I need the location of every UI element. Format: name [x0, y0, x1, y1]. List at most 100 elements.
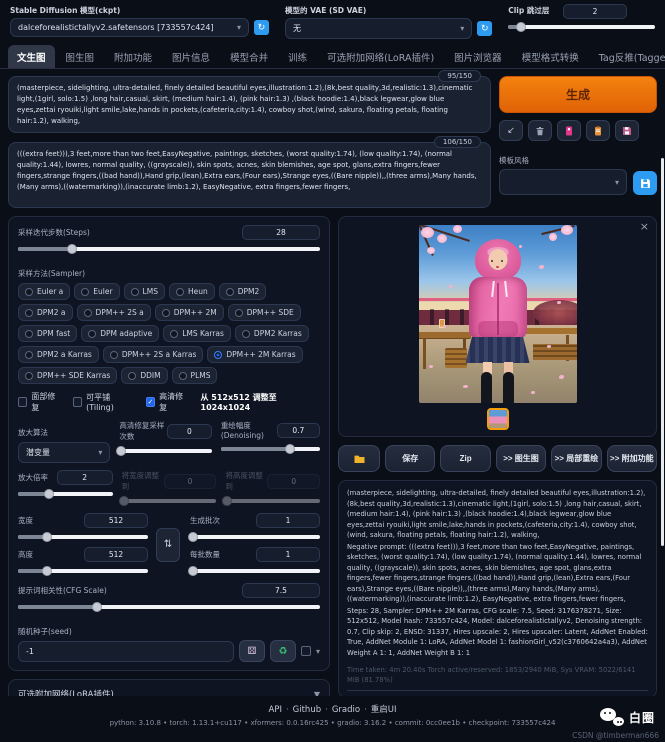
- vae-select[interactable]: 无 ▾: [285, 18, 472, 39]
- open-folder-button[interactable]: [338, 445, 380, 472]
- tab-tagger[interactable]: Tag反推(Tagger): [590, 45, 665, 68]
- radio-icon: [84, 309, 92, 317]
- upscaler-select[interactable]: 潜变量 ▾: [18, 442, 110, 463]
- style-select[interactable]: ▾: [499, 169, 627, 195]
- batch-size-value[interactable]: 1: [256, 547, 320, 562]
- width-slider[interactable]: [18, 535, 148, 539]
- generate-button[interactable]: 生成: [499, 76, 657, 113]
- slider-handle[interactable]: [44, 489, 54, 499]
- sampler-option[interactable]: LMS Karras: [163, 325, 231, 342]
- upscale-by-slider[interactable]: [18, 492, 113, 496]
- slider-handle[interactable]: [42, 532, 52, 542]
- style-save-button[interactable]: [633, 171, 657, 195]
- steps-slider[interactable]: [18, 247, 320, 251]
- tab-model-converter[interactable]: 模型格式转换: [513, 45, 588, 68]
- sampler-option[interactable]: Euler a: [18, 283, 70, 300]
- send-to-extras-button[interactable]: >> 附加功能: [607, 445, 657, 472]
- prompt-input[interactable]: (masterpiece, sidelighting, ultra-detail…: [8, 76, 491, 133]
- batch-size-slider[interactable]: [190, 569, 320, 573]
- sampler-option[interactable]: DPM2 Karras: [235, 325, 309, 342]
- slider-handle[interactable]: [285, 444, 295, 454]
- batch-count-value[interactable]: 1: [256, 513, 320, 528]
- slider-handle[interactable]: [188, 532, 198, 542]
- sampler-option[interactable]: DPM adaptive: [81, 325, 159, 342]
- refresh-ckpt-button[interactable]: ↻: [254, 20, 269, 35]
- tab-txt2img[interactable]: 文生图: [8, 45, 55, 68]
- sampler-option[interactable]: DPM++ SDE Karras: [18, 367, 117, 384]
- cfg-value[interactable]: 7.5: [242, 583, 320, 598]
- version-info: python: 3.10.8 • torch: 1.13.1+cu117 • x…: [0, 719, 665, 727]
- apply-style-button[interactable]: [586, 120, 610, 141]
- save-image-button[interactable]: 保存: [385, 445, 435, 472]
- batch-count-slider[interactable]: [190, 535, 320, 539]
- sampler-option[interactable]: DPM2 a Karras: [18, 346, 99, 363]
- cfg-slider[interactable]: [18, 605, 320, 609]
- slider-handle[interactable]: [42, 566, 52, 576]
- sampler-option[interactable]: DPM fast: [18, 325, 77, 342]
- clip-skip-slider[interactable]: [508, 25, 655, 29]
- ckpt-select[interactable]: dalceforealistictallyv2.safetensors [733…: [10, 18, 249, 37]
- footer-link-api[interactable]: API: [269, 705, 282, 715]
- tab-checkpoint-merger[interactable]: 模型合并: [221, 45, 277, 68]
- close-icon[interactable]: ×: [640, 220, 649, 233]
- sampler-option[interactable]: DDIM: [121, 367, 167, 384]
- tab-image-browser[interactable]: 图片浏览器: [445, 45, 511, 68]
- extra-seed-checkbox[interactable]: [301, 646, 311, 656]
- radio-icon: [170, 330, 178, 338]
- save-style-button[interactable]: [615, 120, 639, 141]
- denoising-slider[interactable]: [221, 447, 320, 451]
- generated-image[interactable]: [419, 225, 577, 403]
- sampler-option[interactable]: DPM2 a: [18, 304, 73, 321]
- footer-link-github[interactable]: Github: [293, 705, 321, 715]
- sampler-option-selected[interactable]: DPM++ 2M Karras: [207, 346, 302, 363]
- slider-handle[interactable]: [92, 602, 102, 612]
- page-scrollbar[interactable]: [661, 158, 664, 546]
- tab-train[interactable]: 训练: [279, 45, 316, 68]
- sampler-option[interactable]: Heun: [169, 283, 215, 300]
- slider-handle[interactable]: [116, 446, 126, 456]
- clip-skip-value[interactable]: 2: [563, 4, 627, 19]
- sampler-option[interactable]: LMS: [124, 283, 165, 300]
- seed-input[interactable]: -1: [18, 641, 234, 662]
- tab-img2img[interactable]: 图生图: [57, 45, 104, 68]
- sampler-option[interactable]: DPM++ 2M: [155, 304, 224, 321]
- sampler-option[interactable]: DPM++ 2S a Karras: [103, 346, 204, 363]
- sampler-group: 采样方法(Sampler) Euler a Euler LMS Heun DPM…: [18, 261, 320, 384]
- sampler-option[interactable]: DPM++ SDE: [228, 304, 301, 321]
- footer-link-reload-ui[interactable]: 重启UI: [371, 705, 397, 715]
- denoising-value[interactable]: 0.7: [277, 423, 320, 438]
- hires-steps-slider[interactable]: [119, 449, 211, 453]
- hires-steps-value[interactable]: 0: [167, 424, 212, 439]
- tab-extras[interactable]: 附加功能: [105, 45, 161, 68]
- height-value[interactable]: 512: [84, 547, 148, 562]
- random-seed-button[interactable]: ⚄: [239, 640, 265, 662]
- slider-handle[interactable]: [516, 22, 526, 32]
- sampler-option[interactable]: Euler: [74, 283, 119, 300]
- slider-handle[interactable]: [188, 566, 198, 576]
- sampler-option[interactable]: DPM2: [219, 283, 267, 300]
- negative-prompt-input[interactable]: (((extra feet))),3 feet,more than two fe…: [8, 142, 491, 208]
- refresh-vae-button[interactable]: ↻: [477, 21, 492, 36]
- tiling-checkbox[interactable]: 可平铺(Tiling): [73, 392, 134, 412]
- sampler-option[interactable]: PLMS: [172, 367, 218, 384]
- read-params-button[interactable]: ↙: [499, 120, 523, 141]
- gallery-thumbnail[interactable]: [487, 408, 509, 430]
- slider-handle[interactable]: [67, 244, 77, 254]
- reuse-seed-button[interactable]: ♻: [270, 640, 296, 662]
- extra-networks-button[interactable]: [557, 120, 581, 141]
- steps-value[interactable]: 28: [242, 225, 320, 240]
- upscale-by-value[interactable]: 2: [57, 470, 113, 485]
- tab-additional-networks[interactable]: 可选附加网络(LoRA插件): [318, 45, 443, 68]
- clear-prompt-button[interactable]: [528, 120, 552, 141]
- face-restore-checkbox[interactable]: 面部修复: [18, 391, 61, 413]
- zip-button[interactable]: Zip: [440, 445, 490, 472]
- hires-fix-checkbox[interactable]: 高清修复: [146, 391, 189, 413]
- footer-link-gradio[interactable]: Gradio: [332, 705, 360, 715]
- sampler-option[interactable]: DPM++ 2S a: [77, 304, 151, 321]
- width-value[interactable]: 512: [84, 513, 148, 528]
- tab-png-info[interactable]: 图片信息: [163, 45, 219, 68]
- send-to-img2img-button[interactable]: >> 图生图: [496, 445, 546, 472]
- send-to-inpaint-button[interactable]: >> 局部重绘: [551, 445, 601, 472]
- swap-dimensions-button[interactable]: ⇅: [156, 528, 180, 562]
- height-slider[interactable]: [18, 569, 148, 573]
